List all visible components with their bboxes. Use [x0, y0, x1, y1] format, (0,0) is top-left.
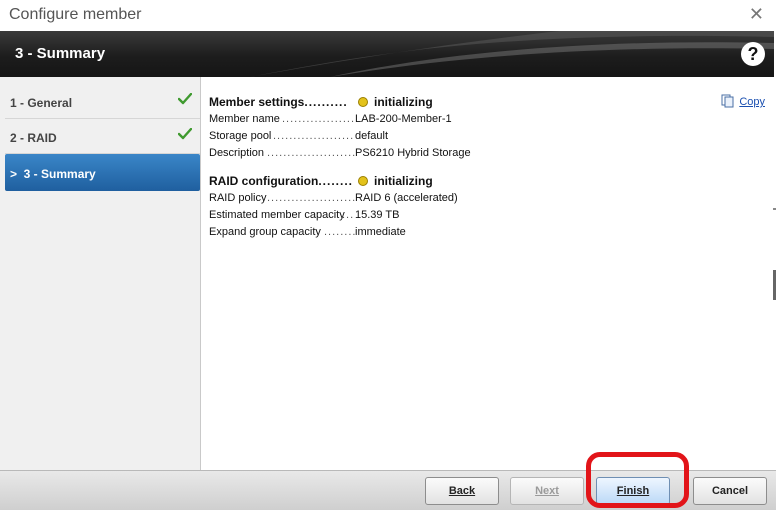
summary-row: Member name .................. LAB-200-M…	[209, 113, 452, 125]
close-icon[interactable]: ✕	[749, 4, 764, 24]
sidebar-item-raid[interactable]: 2 - RAID	[5, 120, 200, 154]
finish-button[interactable]: Finish	[596, 477, 670, 505]
sidebar-item-label: > 3 - Summary	[10, 167, 96, 181]
next-button[interactable]: Next	[510, 477, 584, 505]
summary-row: Storage pool ...................... defa…	[209, 130, 389, 142]
window-titlebar: Configure member ✕	[0, 0, 776, 31]
summary-panel: Copy Member settings.......... initializ…	[202, 77, 774, 470]
status-dot-icon	[358, 176, 368, 186]
sidebar-item-label: 1 - General	[10, 96, 73, 110]
header-swoosh-decoration	[250, 31, 774, 77]
wizard-footer: Back Next Finish Cancel	[0, 470, 776, 510]
window-title: Configure member	[9, 6, 142, 23]
wizard-steps-sidebar: 1 - General 2 - RAID > 3 - Summary	[0, 77, 201, 470]
checkmark-icon	[177, 127, 193, 143]
checkmark-icon	[177, 92, 193, 108]
sidebar-item-general[interactable]: 1 - General	[5, 85, 200, 119]
summary-row: Estimated member capacity .... 15.39 TB	[209, 209, 400, 221]
help-icon[interactable]: ?	[741, 42, 765, 66]
page-title: 3 - Summary	[15, 45, 106, 62]
status-dot-icon	[358, 97, 368, 107]
cancel-button[interactable]: Cancel	[693, 477, 767, 505]
copy-label: Copy	[739, 96, 765, 108]
raid-configuration-heading: RAID configuration........	[209, 174, 353, 188]
back-button[interactable]: Back	[425, 477, 499, 505]
summary-row: Description ........................ PS6…	[209, 147, 471, 159]
sidebar-item-summary[interactable]: > 3 - Summary	[5, 154, 200, 191]
member-settings-heading: Member settings..........	[209, 95, 348, 109]
raid-configuration-status: initializing	[358, 174, 433, 188]
wizard-header: 3 - Summary ?	[0, 31, 774, 77]
summary-row: Expand group capacity ........ immediate	[209, 226, 406, 238]
copy-icon	[721, 94, 734, 108]
summary-row: RAID policy ........................ RAI…	[209, 192, 458, 204]
member-settings-status: initializing	[358, 95, 433, 109]
copy-link[interactable]: Copy	[721, 94, 765, 108]
sidebar-item-label: 2 - RAID	[10, 131, 57, 145]
